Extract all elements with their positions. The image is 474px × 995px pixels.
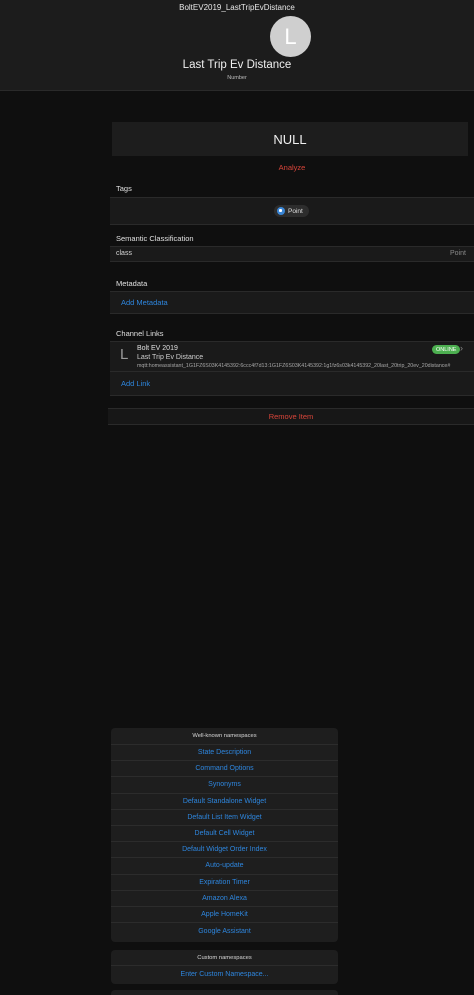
semantic-value: Point — [450, 250, 466, 257]
namespace-item[interactable]: Google Assistant — [111, 923, 338, 939]
namespace-item[interactable]: Amazon Alexa — [111, 891, 338, 907]
channel-links-title: Channel Links — [116, 329, 164, 338]
item-label: Last Trip Ev Distance — [182, 59, 292, 71]
namespace-item[interactable]: Synonyms — [111, 777, 338, 794]
namespace-item[interactable]: Apple HomeKit — [111, 907, 338, 924]
status-badge: ONLINE — [432, 345, 461, 354]
channel-link-icon: L — [120, 346, 129, 363]
analyze-button[interactable]: Analyze — [110, 163, 474, 172]
namespace-item[interactable]: Expiration Timer — [111, 875, 338, 891]
add-link-button[interactable]: Add Link — [121, 379, 150, 388]
semantic-title: Semantic Classification — [116, 234, 194, 243]
enter-custom-namespace-button[interactable]: Enter Custom Namespace... — [111, 966, 338, 983]
namespace-item[interactable]: Command Options — [111, 761, 338, 778]
channel-thing-label: Bolt EV 2019 — [137, 345, 178, 352]
semantic-row[interactable] — [110, 246, 474, 262]
metadata-title: Metadata — [116, 279, 148, 288]
chevron-right-icon: › — [460, 343, 463, 353]
remove-item-button[interactable]: Remove Item — [108, 408, 474, 425]
channel-label: Last Trip Ev Distance — [137, 354, 204, 361]
namespaces-title: Well-known namespaces — [111, 728, 338, 745]
namespace-item[interactable]: Default List Item Widget — [111, 810, 338, 826]
custom-namespaces-panel: Custom namespaces Enter Custom Namespace… — [111, 950, 338, 984]
item-header: BoltEV2019_LastTripEvDistance L Last Tri… — [0, 0, 474, 91]
tag-chip-point[interactable]: Point — [274, 205, 309, 217]
remove-item-label: Remove Item — [268, 412, 314, 421]
item-name: BoltEV2019_LastTripEvDistance — [179, 3, 295, 12]
tag-icon — [277, 207, 285, 215]
tags-title: Tags — [116, 184, 132, 193]
state-value: NULL — [273, 131, 307, 147]
tag-label: Point — [288, 207, 303, 215]
add-metadata-link[interactable]: Add Metadata — [121, 298, 168, 307]
custom-namespaces-title: Custom namespaces — [111, 950, 338, 966]
well-known-namespaces-panel: Well-known namespaces State Description … — [111, 728, 338, 942]
channel-link-item[interactable]: L Bolt EV 2019 Last Trip Ev Distance mqt… — [110, 341, 474, 372]
channel-uid: mqtt:homeassistant_1G1FZ6S03K4145392:6cc… — [137, 363, 451, 369]
namespace-item[interactable]: State Description — [111, 745, 338, 762]
namespace-item[interactable]: Default Widget Order Index — [111, 842, 338, 859]
state-card: NULL — [112, 122, 468, 156]
add-link-band — [110, 372, 474, 396]
semantic-key: class — [116, 250, 132, 257]
namespace-item[interactable]: Default Standalone Widget — [111, 794, 338, 810]
item-type: Number — [227, 75, 247, 81]
namespace-item[interactable]: Auto-update — [111, 858, 338, 875]
namespace-item[interactable]: Default Cell Widget — [111, 826, 338, 843]
next-panel-edge — [111, 990, 338, 995]
item-avatar: L — [270, 16, 311, 57]
